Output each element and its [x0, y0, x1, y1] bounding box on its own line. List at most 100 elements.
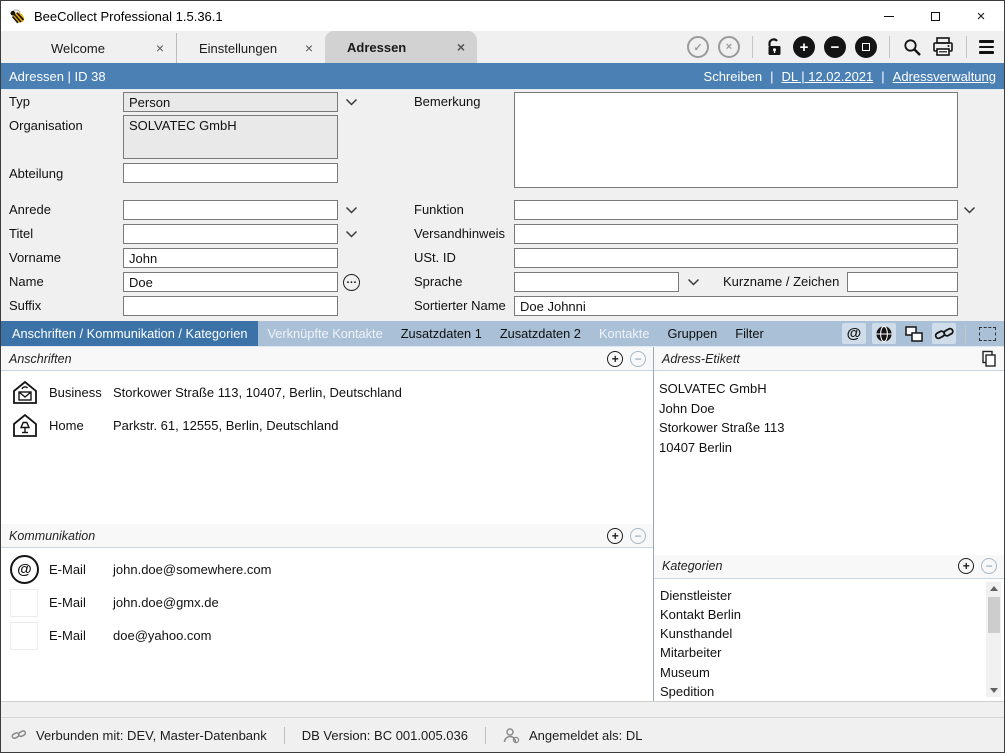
blank-type-icon	[10, 589, 44, 617]
link-icon[interactable]	[932, 323, 956, 344]
unlock-icon[interactable]	[765, 37, 784, 58]
subtab-kontakte[interactable]: Kontakte	[590, 321, 659, 346]
chevron-down-icon[interactable]	[687, 278, 700, 286]
subtab-anschriften-kommunikation-kategorien[interactable]: Anschriften / Kommunikation / Kategorien	[1, 321, 258, 346]
remove-address-button[interactable]: −	[630, 351, 646, 367]
abteilung-input[interactable]	[123, 163, 338, 183]
tab-einstellungen[interactable]: Einstellungen ×	[177, 33, 325, 63]
print-icon[interactable]	[932, 37, 954, 57]
remove-category-button[interactable]: −	[981, 558, 997, 574]
connection-status: Verbunden mit: DEV, Master-Datenbank	[36, 728, 267, 743]
remove-communication-button[interactable]: −	[630, 528, 646, 544]
name-label: Name	[9, 272, 44, 292]
address-row-business[interactable]: Business Storkower Straße 113, 10407, Be…	[1, 376, 653, 409]
minimize-button[interactable]	[866, 1, 912, 31]
add-communication-button[interactable]: +	[607, 528, 623, 544]
list-item[interactable]: Mitarbeiter	[660, 643, 980, 662]
add-address-button[interactable]: +	[607, 351, 623, 367]
user-icon	[503, 727, 520, 744]
confirm-icon[interactable]: ✓	[687, 36, 709, 58]
funktion-label: Funktion	[414, 200, 464, 220]
pages-icon[interactable]	[902, 323, 926, 344]
selection-box-icon[interactable]	[975, 323, 999, 344]
versandhinweis-input[interactable]	[514, 224, 958, 244]
typ-input[interactable]	[123, 92, 338, 112]
menu-icon[interactable]	[979, 40, 994, 54]
address-label-preview: SOLVATEC GmbH John Doe Storkower Straße …	[654, 371, 1004, 555]
tab-adressen[interactable]: Adressen ×	[325, 31, 477, 63]
kategorien-header: Kategorien + −	[654, 555, 1004, 579]
tab-welcome[interactable]: Welcome ×	[29, 33, 177, 63]
versandhinweis-label: Versandhinweis	[414, 224, 505, 244]
add-category-button[interactable]: +	[958, 558, 974, 574]
kurzname-input[interactable]	[847, 272, 958, 292]
sprache-label: Sprache	[414, 272, 462, 292]
sortierter-name-input[interactable]	[514, 296, 958, 316]
cancel-icon[interactable]: ×	[718, 36, 740, 58]
scroll-up-icon[interactable]	[986, 582, 1001, 596]
funktion-input[interactable]	[514, 200, 958, 220]
chevron-down-icon[interactable]	[963, 206, 976, 214]
remove-record-icon[interactable]: −	[824, 36, 846, 58]
at-icon: @	[10, 555, 44, 584]
list-item[interactable]: Spedition	[660, 682, 980, 701]
vorname-input[interactable]	[123, 248, 338, 268]
kommunikation-header: Kommunikation + −	[1, 524, 653, 548]
copy-icon[interactable]	[981, 350, 997, 367]
tab-close-icon[interactable]: ×	[305, 40, 313, 56]
add-record-icon[interactable]: +	[793, 36, 815, 58]
tab-close-icon[interactable]: ×	[457, 39, 465, 55]
window-title: BeeCollect Professional 1.5.36.1	[34, 9, 223, 24]
chevron-down-icon[interactable]	[345, 230, 358, 238]
status-bar: Verbunden mit: DEV, Master-Datenbank DB …	[1, 717, 1004, 752]
user-date-link[interactable]: DL | 12.02.2021	[781, 69, 873, 84]
list-item[interactable]: Museum	[660, 663, 980, 682]
subtab-gruppen[interactable]: Gruppen	[658, 321, 726, 346]
sortierter-name-label: Sortierter Name	[414, 296, 506, 316]
list-item[interactable]: Kunsthandel	[660, 624, 980, 643]
chevron-down-icon[interactable]	[345, 206, 358, 214]
toolbar-divider	[889, 36, 890, 58]
sprache-input[interactable]	[514, 272, 679, 292]
maximize-button[interactable]	[912, 1, 958, 31]
anrede-input[interactable]	[123, 200, 338, 220]
adressverwaltung-link[interactable]: Adressverwaltung	[893, 69, 996, 84]
business-address-icon	[10, 379, 44, 407]
titel-input[interactable]	[123, 224, 338, 244]
list-item[interactable]: Kontakt Berlin	[660, 605, 980, 624]
scrollbar-thumb[interactable]	[988, 597, 1000, 633]
communication-row[interactable]: E-Mail doe@yahoo.com	[1, 619, 653, 652]
address-form: Typ Organisation SOLVATEC GmbH Abteilung…	[1, 89, 1004, 321]
ust-id-input[interactable]	[514, 248, 958, 268]
suffix-input[interactable]	[123, 296, 338, 316]
strip-divider	[965, 325, 966, 343]
subtab-zusatzdaten-1[interactable]: Zusatzdaten 1	[392, 321, 491, 346]
bemerkung-input[interactable]	[514, 92, 958, 188]
list-item[interactable]: Dienstleister	[660, 586, 980, 605]
name-options-button[interactable]: …	[343, 274, 360, 291]
subtab-verknuepfte-kontakte[interactable]: Verknüpfte Kontakte	[258, 321, 391, 346]
subtab-zusatzdaten-2[interactable]: Zusatzdaten 2	[491, 321, 590, 346]
scroll-down-icon[interactable]	[986, 683, 1001, 697]
logged-in-user: Angemeldet als: DL	[529, 728, 642, 743]
category-list: Dienstleister Kontakt Berlin Kunsthandel…	[654, 579, 1004, 701]
adress-etikett-header: Adress-Etikett	[654, 347, 1004, 371]
communication-row[interactable]: E-Mail john.doe@gmx.de	[1, 586, 653, 619]
communication-row[interactable]: @ E-Mail john.doe@somewhere.com	[1, 553, 653, 586]
tab-close-icon[interactable]: ×	[156, 40, 164, 56]
subtab-filter[interactable]: Filter	[726, 321, 772, 346]
organisation-input[interactable]: SOLVATEC GmbH	[123, 115, 338, 159]
globe-icon[interactable]	[872, 323, 896, 344]
bee-app-icon	[9, 8, 26, 24]
search-icon[interactable]	[902, 37, 923, 58]
name-input[interactable]	[123, 272, 338, 292]
home-address-icon	[10, 412, 44, 440]
category-scrollbar[interactable]	[986, 582, 1001, 697]
email-icon[interactable]: @	[842, 323, 866, 344]
chevron-down-icon[interactable]	[345, 98, 358, 106]
duplicate-record-icon[interactable]	[855, 36, 877, 58]
status-divider	[284, 727, 285, 744]
address-row-home[interactable]: Home Parkstr. 61, 12555, Berlin, Deutsch…	[1, 409, 653, 442]
record-title: Adressen | ID 38	[9, 69, 106, 84]
close-button[interactable]: ×	[958, 1, 1004, 31]
